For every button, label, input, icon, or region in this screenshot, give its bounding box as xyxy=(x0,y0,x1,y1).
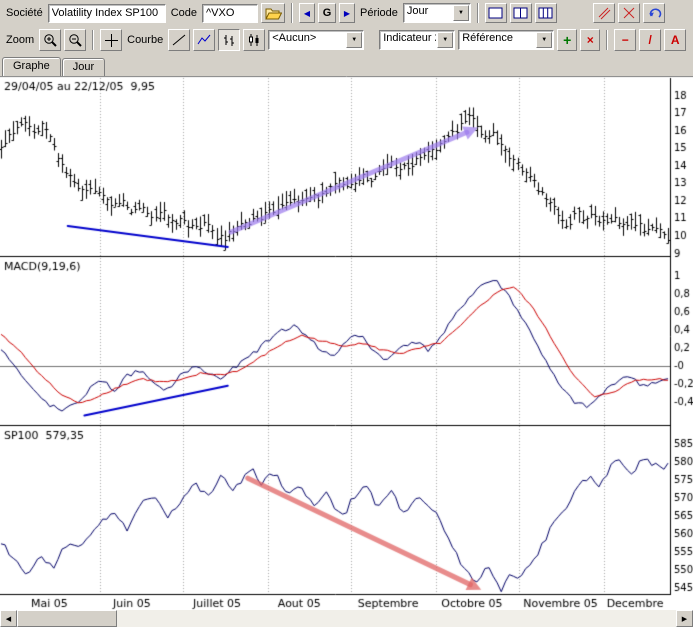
text-annotation-icon: A xyxy=(671,34,680,46)
courbe-label: Courbe xyxy=(125,34,165,46)
add-text-annotation-button[interactable]: A xyxy=(664,29,686,51)
undo-icon xyxy=(647,6,662,20)
arrow-left-icon: ◀ xyxy=(6,615,11,623)
candlestick-icon xyxy=(247,33,261,47)
reference-value: Référence xyxy=(459,31,535,49)
diagonal-line-icon: / xyxy=(649,34,652,46)
indicateur-combo[interactable]: Indicateur 2 ▼ xyxy=(379,30,455,50)
open-file-button[interactable] xyxy=(261,3,285,23)
zoom-label: Zoom xyxy=(4,34,36,46)
toolbar-tools: Zoom Courbe xyxy=(0,26,693,54)
reference-combo[interactable]: Référence ▼ xyxy=(458,30,554,50)
zoom-out-icon xyxy=(68,33,83,48)
periode-value: Jour xyxy=(404,4,452,22)
cross-lines-icon xyxy=(622,6,636,20)
remove-indicator-button[interactable]: × xyxy=(580,29,600,51)
tab-jour[interactable]: Jour xyxy=(62,58,105,76)
code-label: Code xyxy=(169,7,199,19)
periode-label: Période xyxy=(358,7,400,19)
close-icon: × xyxy=(587,34,594,46)
draw-horizontal-line-button[interactable]: − xyxy=(614,29,636,51)
overlay-value: <Aucun> xyxy=(269,31,345,49)
dropdown-glyph: ▼ xyxy=(458,10,464,16)
tab-bar: Graphe Jour xyxy=(0,54,693,76)
arrow-right-icon: ▶ xyxy=(344,9,350,18)
crosshair-button[interactable] xyxy=(100,29,122,51)
line-icon xyxy=(172,33,186,47)
plus-icon: + xyxy=(563,33,571,47)
add-indicator-button[interactable]: + xyxy=(557,29,577,51)
code-input[interactable] xyxy=(202,4,258,23)
draw-cross-lines-button[interactable] xyxy=(618,3,640,23)
arrow-left-icon: ◀ xyxy=(304,9,310,18)
dropdown-glyph: ▼ xyxy=(541,37,547,43)
folder-open-icon xyxy=(265,7,282,20)
draw-trendline-button[interactable]: / xyxy=(639,29,661,51)
chevron-down-icon[interactable]: ▼ xyxy=(346,32,362,48)
scrollbar-thumb[interactable] xyxy=(17,610,117,627)
overlay-combo[interactable]: <Aucun> ▼ xyxy=(268,30,364,50)
crosshair-icon xyxy=(104,33,119,48)
zoom-in-icon xyxy=(43,33,58,48)
candles-style-button[interactable] xyxy=(243,29,265,51)
toolbar-separator xyxy=(92,30,94,50)
zigzag-line-icon xyxy=(197,33,211,47)
chevron-down-icon[interactable]: ▼ xyxy=(453,5,469,21)
nav-previous-button[interactable]: ◀ xyxy=(299,3,315,23)
horizontal-line-icon: − xyxy=(622,34,629,46)
layout-two-pane-button[interactable] xyxy=(510,3,532,23)
scroll-right-button[interactable]: ▶ xyxy=(676,610,693,627)
chart-canvas[interactable] xyxy=(0,76,693,610)
societe-input[interactable] xyxy=(48,4,166,23)
layout-single-pane-button[interactable] xyxy=(485,3,507,23)
toolbar-separator xyxy=(606,30,608,50)
toolbar-main: Société Code ◀ G ▶ Période Jour ▼ xyxy=(0,0,693,26)
zoom-in-button[interactable] xyxy=(39,29,61,51)
layout-three-pane-button[interactable] xyxy=(535,3,557,23)
bars-style-button[interactable] xyxy=(218,29,240,51)
arrow-right-icon: ▶ xyxy=(682,615,687,623)
scroll-left-button[interactable]: ◀ xyxy=(0,610,17,627)
line-style-button[interactable] xyxy=(168,29,190,51)
periode-combo[interactable]: Jour ▼ xyxy=(403,3,471,23)
societe-label: Société xyxy=(4,7,45,19)
nav-g-button[interactable]: G xyxy=(318,3,336,23)
tab-graphe[interactable]: Graphe xyxy=(2,57,61,77)
zoom-out-button[interactable] xyxy=(64,29,86,51)
nav-g-label: G xyxy=(323,7,332,19)
dropdown-glyph: ▼ xyxy=(442,37,448,43)
two-pane-icon xyxy=(513,7,528,19)
parallel-lines-icon xyxy=(597,6,611,20)
ohlc-bars-icon xyxy=(222,33,236,47)
toolbar-separator xyxy=(291,3,293,23)
single-pane-icon xyxy=(488,7,503,19)
chevron-down-icon[interactable]: ▼ xyxy=(536,32,552,48)
draw-parallel-lines-button[interactable] xyxy=(593,3,615,23)
toolbar-separator xyxy=(477,3,479,23)
indicateur-value: Indicateur 2 xyxy=(380,31,436,49)
scrollbar-track[interactable] xyxy=(17,610,676,627)
dropdown-glyph: ▼ xyxy=(351,37,357,43)
horizontal-scrollbar: ◀ ▶ xyxy=(0,610,693,627)
chevron-down-icon[interactable]: ▼ xyxy=(437,32,453,48)
curve-style-button[interactable] xyxy=(193,29,215,51)
chart-area xyxy=(0,76,693,610)
three-pane-icon xyxy=(538,7,553,19)
nav-next-button[interactable]: ▶ xyxy=(339,3,355,23)
undo-button[interactable] xyxy=(643,3,665,23)
charting-app-window: Société Code ◀ G ▶ Période Jour ▼ xyxy=(0,0,693,627)
